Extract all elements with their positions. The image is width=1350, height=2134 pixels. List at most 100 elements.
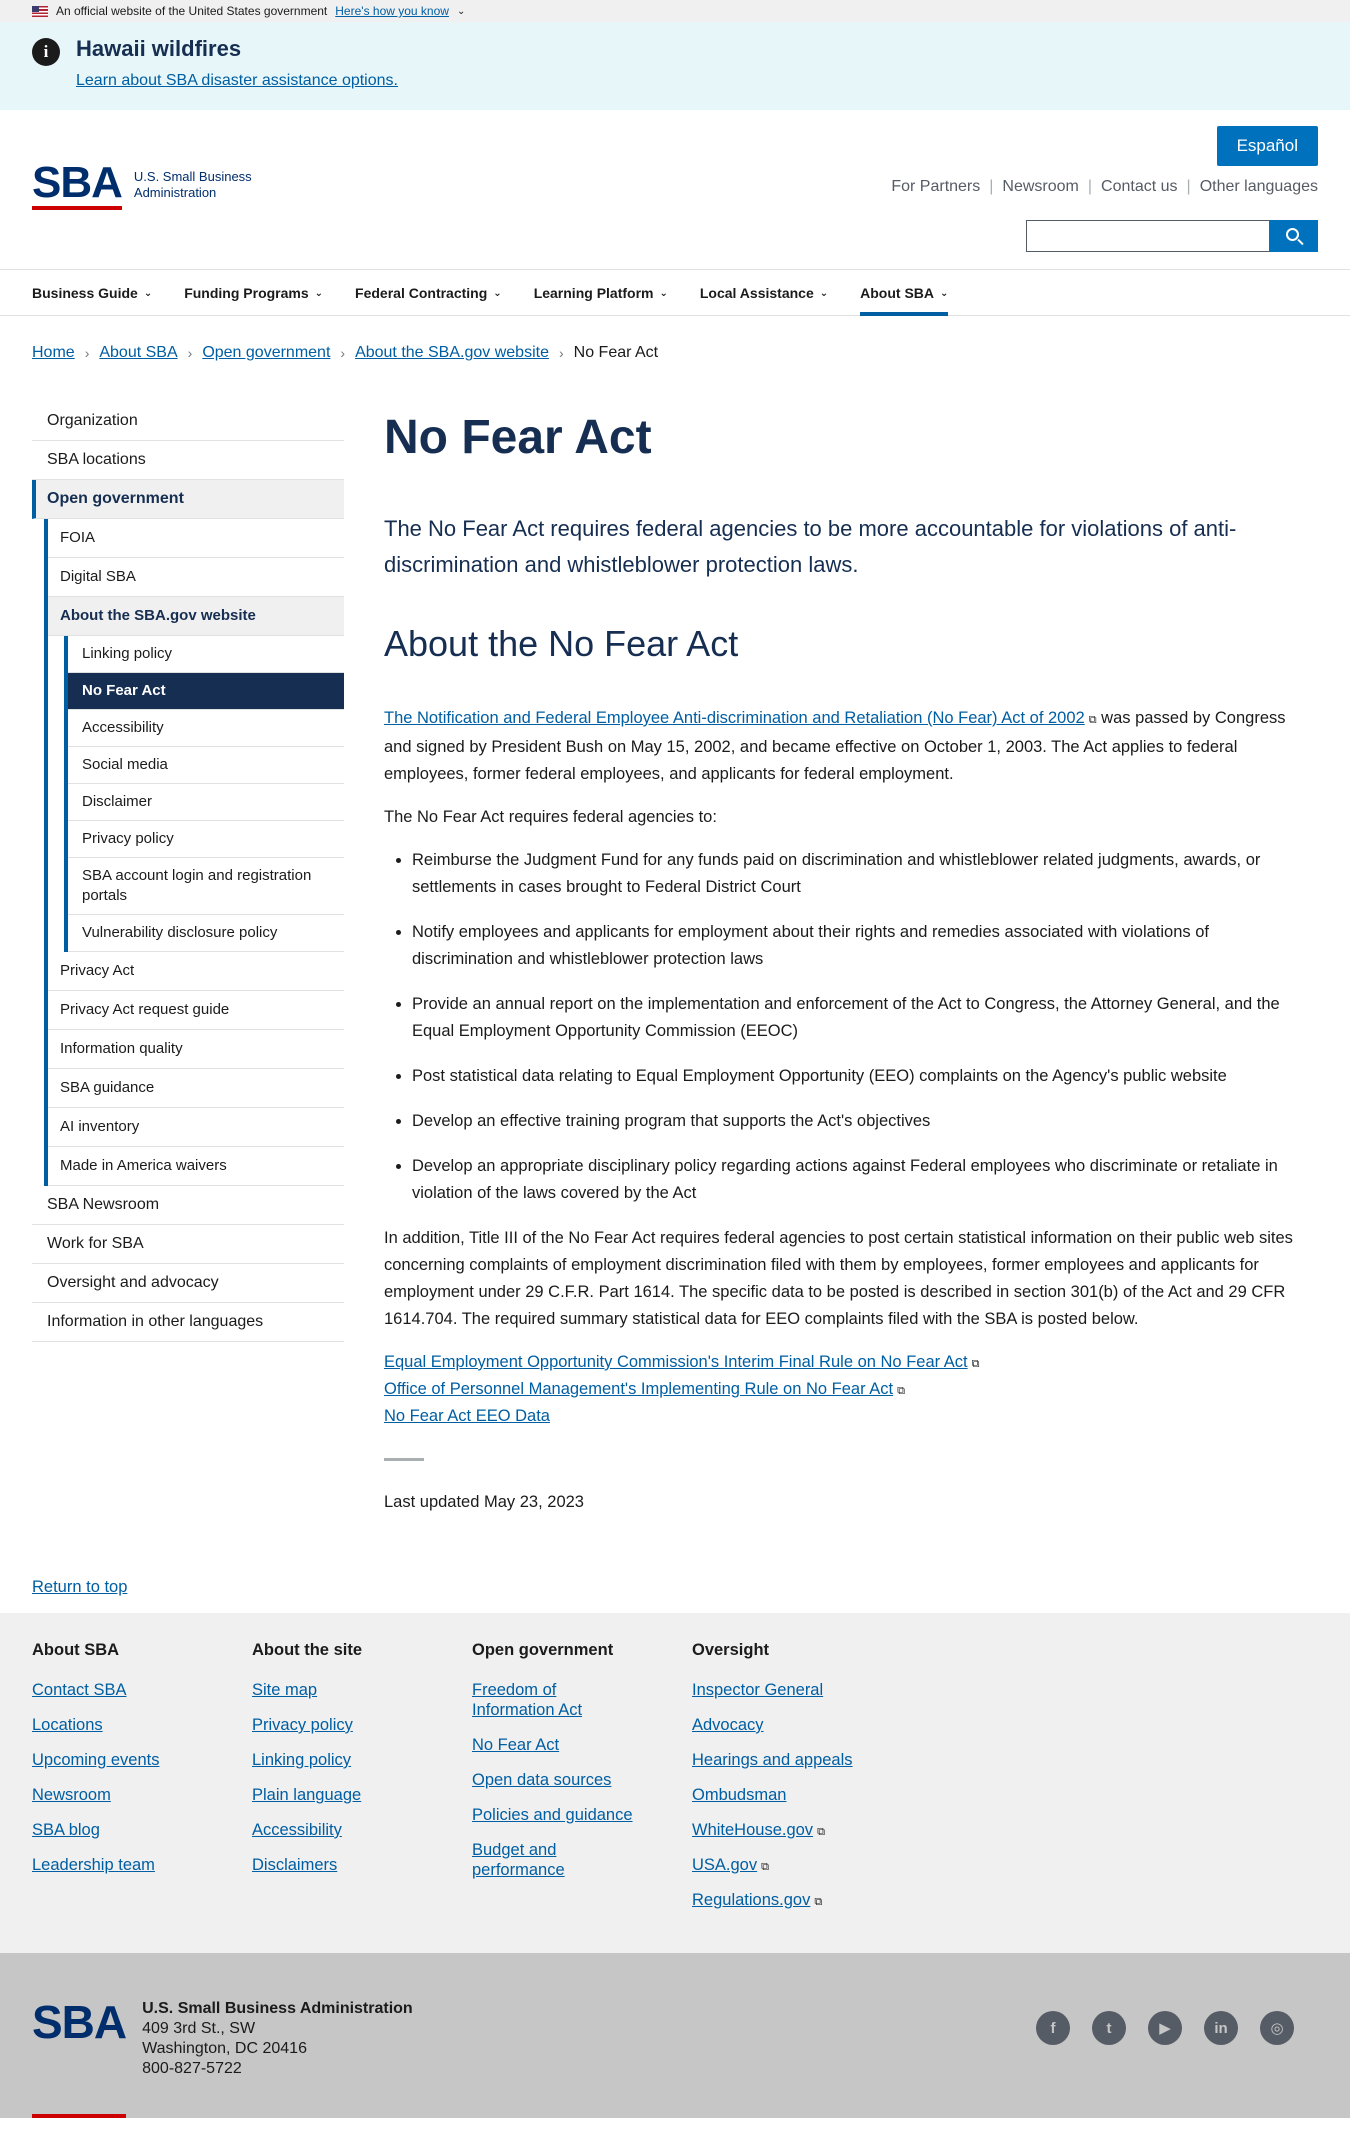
sidenav-oversight[interactable]: Oversight and advocacy: [32, 1264, 344, 1303]
no-fear-act-law-link[interactable]: The Notification and Federal Employee An…: [384, 709, 1085, 727]
sidenav-other-languages[interactable]: Information in other languages: [32, 1303, 344, 1342]
utility-nav: For Partners | Newsroom | Contact us | Othe…: [891, 178, 1318, 196]
opm-rule-link[interactable]: Office of Personnel Management's Impleme…: [384, 1380, 893, 1398]
breadcrumb-home[interactable]: Home: [32, 344, 75, 362]
footer-link[interactable]: Ombudsman: [692, 1785, 912, 1805]
search-button[interactable]: [1270, 220, 1318, 252]
nav-business-guide[interactable]: Business Guide ⌄: [32, 270, 152, 316]
external-link-icon: ⧉: [814, 1896, 823, 1908]
footer-phone: 800-827-5722: [142, 2060, 242, 2077]
footer-col-title: Oversight: [692, 1641, 770, 1659]
footer-col-title: About the site: [252, 1641, 362, 1659]
sidenav-organization[interactable]: Organization: [32, 402, 344, 441]
sidenav-made-in-america[interactable]: Made in America waivers: [48, 1147, 344, 1186]
sidenav-privacy-policy[interactable]: Privacy policy: [68, 821, 344, 858]
divider: [384, 1458, 424, 1461]
footer-link[interactable]: Freedom of Information Act: [472, 1680, 642, 1720]
footer-link[interactable]: Hearings and appeals: [692, 1750, 912, 1770]
sidenav-privacy-act[interactable]: Privacy Act: [48, 952, 344, 991]
footer-link[interactable]: Linking policy: [252, 1750, 472, 1770]
footer-link[interactable]: Advocacy: [692, 1715, 912, 1735]
footer-link[interactable]: Regulations.gov: [692, 1891, 810, 1909]
linkedin-icon[interactable]: in: [1204, 2011, 1238, 2045]
sidenav-social-media[interactable]: Social media: [68, 747, 344, 784]
footer-link[interactable]: SBA blog: [32, 1820, 252, 1840]
sba-footer-logo[interactable]: SBA: [32, 1999, 127, 2118]
footer-link[interactable]: Locations: [32, 1715, 252, 1735]
espanol-button[interactable]: Español: [1216, 126, 1318, 166]
sidenav-digital-sba[interactable]: Digital SBA: [48, 558, 344, 597]
breadcrumb-about-sba[interactable]: About SBA: [99, 344, 177, 362]
search-input[interactable]: [1026, 220, 1270, 252]
footer-link[interactable]: No Fear Act: [472, 1735, 692, 1755]
section-title: About the No Fear Act: [384, 623, 739, 664]
nav-about-sba[interactable]: About SBA ⌄: [860, 270, 949, 316]
youtube-icon[interactable]: ▶: [1148, 2011, 1182, 2045]
resource-links: Equal Employment Opportunity Commission'…: [384, 1349, 1310, 1430]
sidenav-privacy-act-guide[interactable]: Privacy Act request guide: [48, 991, 344, 1030]
util-newsroom[interactable]: Newsroom: [1002, 178, 1078, 196]
util-contact-us[interactable]: Contact us: [1101, 178, 1177, 196]
footer-link[interactable]: Upcoming events: [32, 1750, 252, 1770]
footer-link[interactable]: Leadership team: [32, 1855, 252, 1875]
sidenav-sba-locations[interactable]: SBA locations: [32, 441, 344, 480]
sidenav-open-government[interactable]: Open government: [32, 480, 344, 519]
twitter-icon[interactable]: t: [1092, 2011, 1126, 2045]
breadcrumb-about-website[interactable]: About the SBA.gov website: [355, 344, 549, 362]
footer-link[interactable]: Inspector General: [692, 1680, 912, 1700]
footer-link[interactable]: Policies and guidance: [472, 1805, 692, 1825]
footer-link[interactable]: WhiteHouse.gov: [692, 1821, 813, 1839]
chevron-down-icon: ⌄: [659, 287, 668, 299]
nav-federal-contracting[interactable]: Federal Contracting ⌄: [355, 270, 502, 316]
footer-link[interactable]: USA.gov: [692, 1856, 757, 1874]
chevron-down-icon: ⌄: [940, 287, 949, 299]
breadcrumb-open-government[interactable]: Open government: [202, 344, 330, 362]
nav-learning-platform[interactable]: Learning Platform ⌄: [534, 270, 668, 316]
sidenav-foia[interactable]: FOIA: [48, 519, 344, 558]
footer-col-title: Open government: [472, 1641, 614, 1659]
sidenav-work-for-sba[interactable]: Work for SBA: [32, 1225, 344, 1264]
sidenav-information-quality[interactable]: Information quality: [48, 1030, 344, 1069]
facebook-icon[interactable]: f: [1036, 2011, 1070, 2045]
footer-link[interactable]: Privacy policy: [252, 1715, 472, 1735]
util-other-languages[interactable]: Other languages: [1200, 178, 1318, 196]
external-link-icon: ⧉: [971, 1358, 980, 1370]
sidenav-no-fear-act[interactable]: No Fear Act: [68, 673, 344, 710]
sba-logo[interactable]: SBA U.S. Small Business Administration: [32, 160, 252, 210]
footer-link[interactable]: Open data sources: [472, 1770, 692, 1790]
footer-link[interactable]: Site map: [252, 1680, 472, 1700]
footer-link[interactable]: Disclaimers: [252, 1855, 472, 1875]
sidenav-disclaimer[interactable]: Disclaimer: [68, 784, 344, 821]
chevron-down-icon: ⌄: [493, 287, 502, 299]
main-content: No Fear Act The No Fear Act requires fed…: [384, 402, 1310, 1512]
nav-funding-programs[interactable]: Funding Programs ⌄: [184, 270, 323, 316]
eeoc-rule-link[interactable]: Equal Employment Opportunity Commission'…: [384, 1353, 968, 1371]
alert-link[interactable]: Learn about SBA disaster assistance opti…: [76, 72, 398, 89]
footer-link[interactable]: Contact SBA: [32, 1680, 252, 1700]
sidenav-ai-inventory[interactable]: AI inventory: [48, 1108, 344, 1147]
footer-link[interactable]: Plain language: [252, 1785, 472, 1805]
sidenav-linking-policy[interactable]: Linking policy: [68, 636, 344, 673]
nav-local-assistance[interactable]: Local Assistance ⌄: [700, 270, 828, 316]
sidenav-accessibility[interactable]: Accessibility: [68, 710, 344, 747]
heres-how-you-know-link[interactable]: Here's how you know: [335, 4, 449, 18]
social-links: f t ▶ in ◎: [1036, 2011, 1294, 2118]
instagram-icon[interactable]: ◎: [1260, 2011, 1294, 2045]
gov-banner-text: An official website of the United States…: [56, 4, 328, 18]
main-nav: Business Guide ⌄ Funding Programs ⌄ Federa…: [0, 270, 1350, 316]
chevron-right-icon: ›: [340, 345, 346, 361]
return-to-top-link[interactable]: Return to top: [32, 1578, 127, 1596]
sidenav-sba-guidance[interactable]: SBA guidance: [48, 1069, 344, 1108]
footer-link[interactable]: Newsroom: [32, 1785, 252, 1805]
breadcrumb: Home › About SBA › Open government › About …: [0, 316, 1350, 370]
list-item: Reimburse the Judgment Fund for any fund…: [412, 847, 1310, 901]
sidenav-sba-newsroom[interactable]: SBA Newsroom: [32, 1186, 344, 1225]
footer-link[interactable]: Budget and performance: [472, 1840, 582, 1880]
util-for-partners[interactable]: For Partners: [891, 178, 980, 196]
footer-link[interactable]: Accessibility: [252, 1820, 472, 1840]
sidenav-about-website[interactable]: About the SBA.gov website: [48, 597, 344, 636]
sidenav-vulnerability-disclosure[interactable]: Vulnerability disclosure policy: [68, 915, 344, 952]
last-updated: Last updated May 23, 2023: [384, 1493, 584, 1511]
eeo-data-link[interactable]: No Fear Act EEO Data: [384, 1407, 550, 1425]
sidenav-account-login[interactable]: SBA account login and registration porta…: [68, 858, 344, 915]
